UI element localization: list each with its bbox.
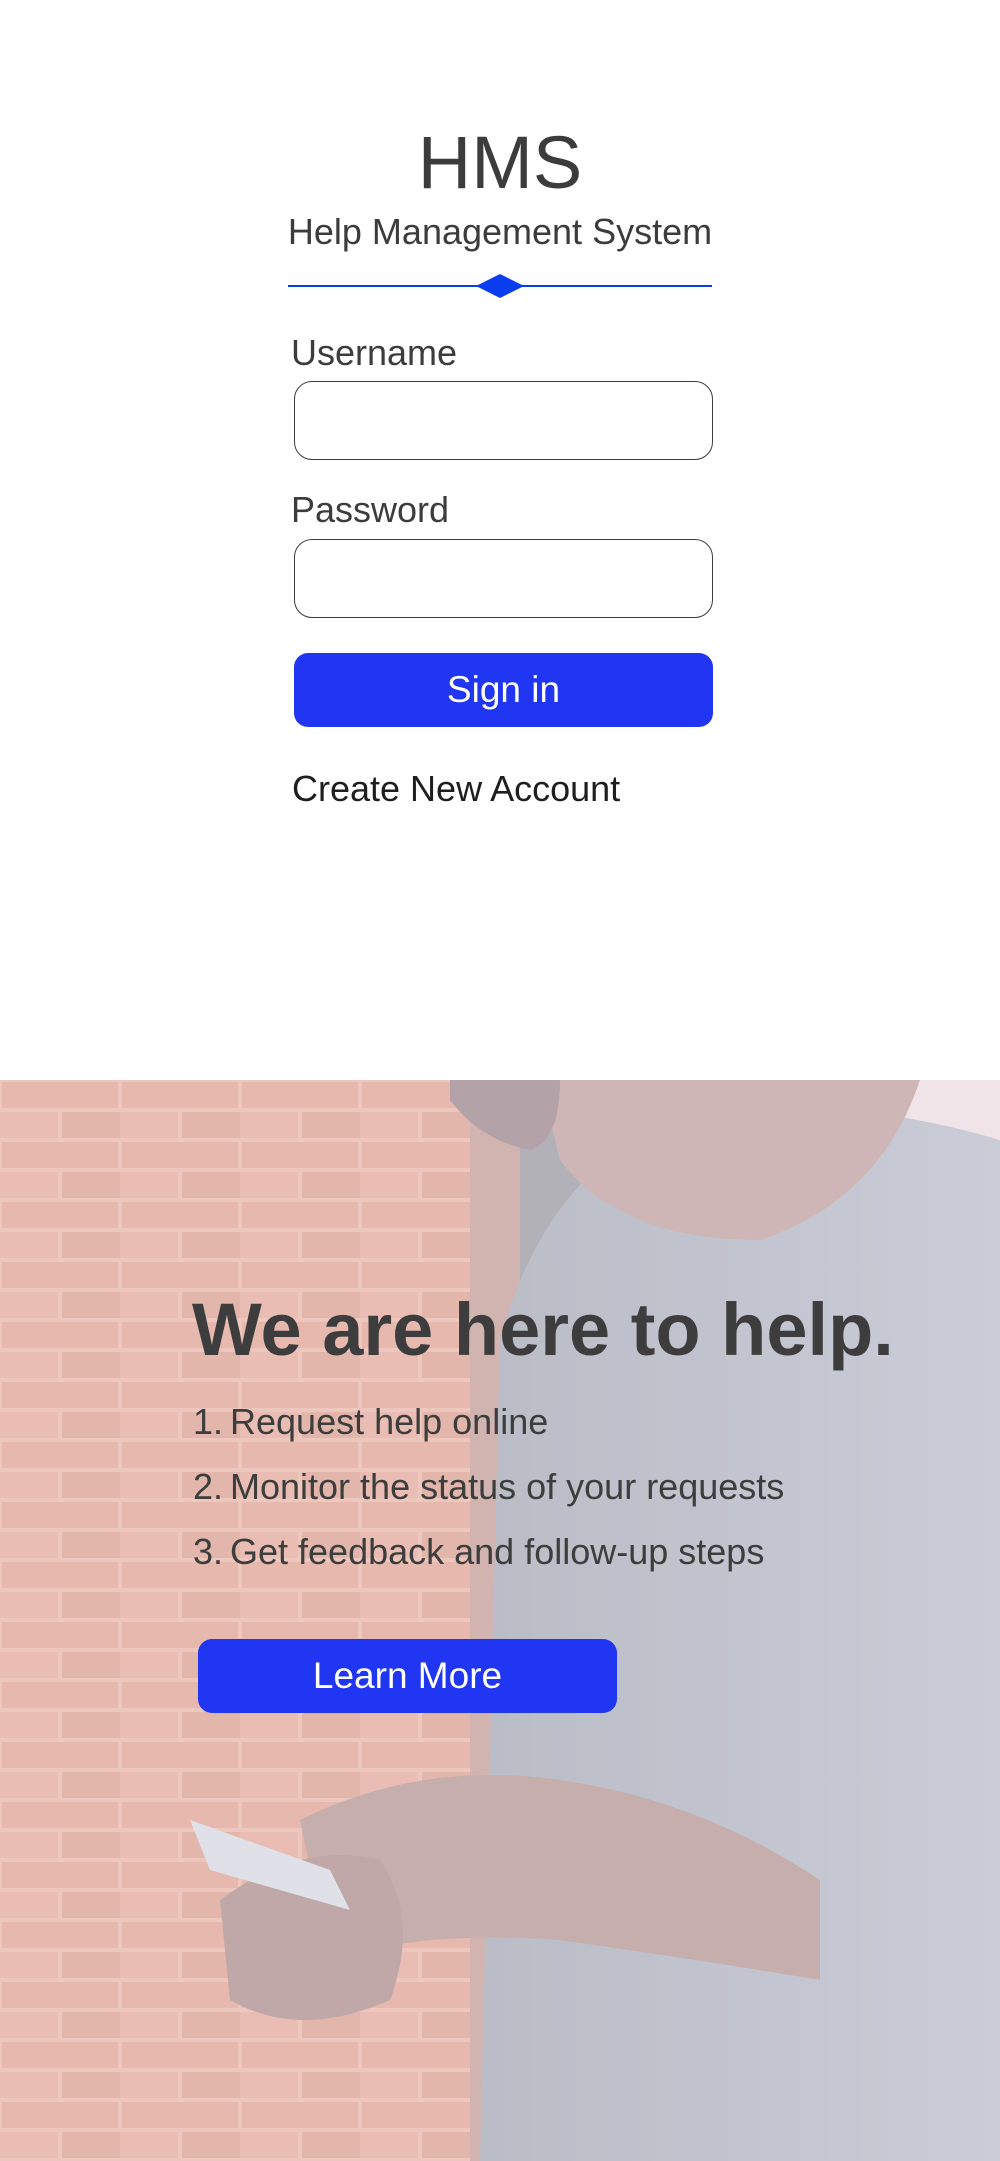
password-label: Password <box>291 489 450 530</box>
password-input[interactable] <box>294 539 713 618</box>
step-item: 2. Monitor the status of your requests <box>193 1465 784 1530</box>
step-text: Monitor the status of your requests <box>230 1466 785 1507</box>
step-number: 3. <box>193 1531 224 1572</box>
username-input[interactable] <box>294 381 713 460</box>
diamond-icon <box>476 274 524 298</box>
step-text: Request help online <box>230 1401 549 1442</box>
create-account-link[interactable]: Create New Account <box>292 766 620 812</box>
app-subtitle: Help Management System <box>287 211 713 252</box>
hero-section: We are here to help. 1. Request help onl… <box>0 1080 1000 2161</box>
title-divider <box>288 274 712 298</box>
login-panel: HMS Help Management System Username Pass… <box>0 0 1000 1080</box>
hero-background-image <box>0 1080 1000 2161</box>
step-text: Get feedback and follow-up steps <box>230 1531 765 1572</box>
app-title: HMS <box>417 121 583 204</box>
hero-headline: We are here to help. <box>192 1288 894 1371</box>
username-label: Username <box>291 332 458 373</box>
step-item: 1. Request help online <box>193 1400 784 1465</box>
page: HMS Help Management System Username Pass… <box>0 0 1000 2161</box>
step-item: 3. Get feedback and follow-up steps <box>193 1530 784 1595</box>
step-number: 2. <box>193 1466 224 1507</box>
step-number: 1. <box>193 1401 224 1442</box>
learn-more-button[interactable]: Learn More <box>198 1639 617 1713</box>
steps-list: 1. Request help online 2. Monitor the st… <box>193 1400 784 1595</box>
sign-in-button[interactable]: Sign in <box>294 653 713 727</box>
